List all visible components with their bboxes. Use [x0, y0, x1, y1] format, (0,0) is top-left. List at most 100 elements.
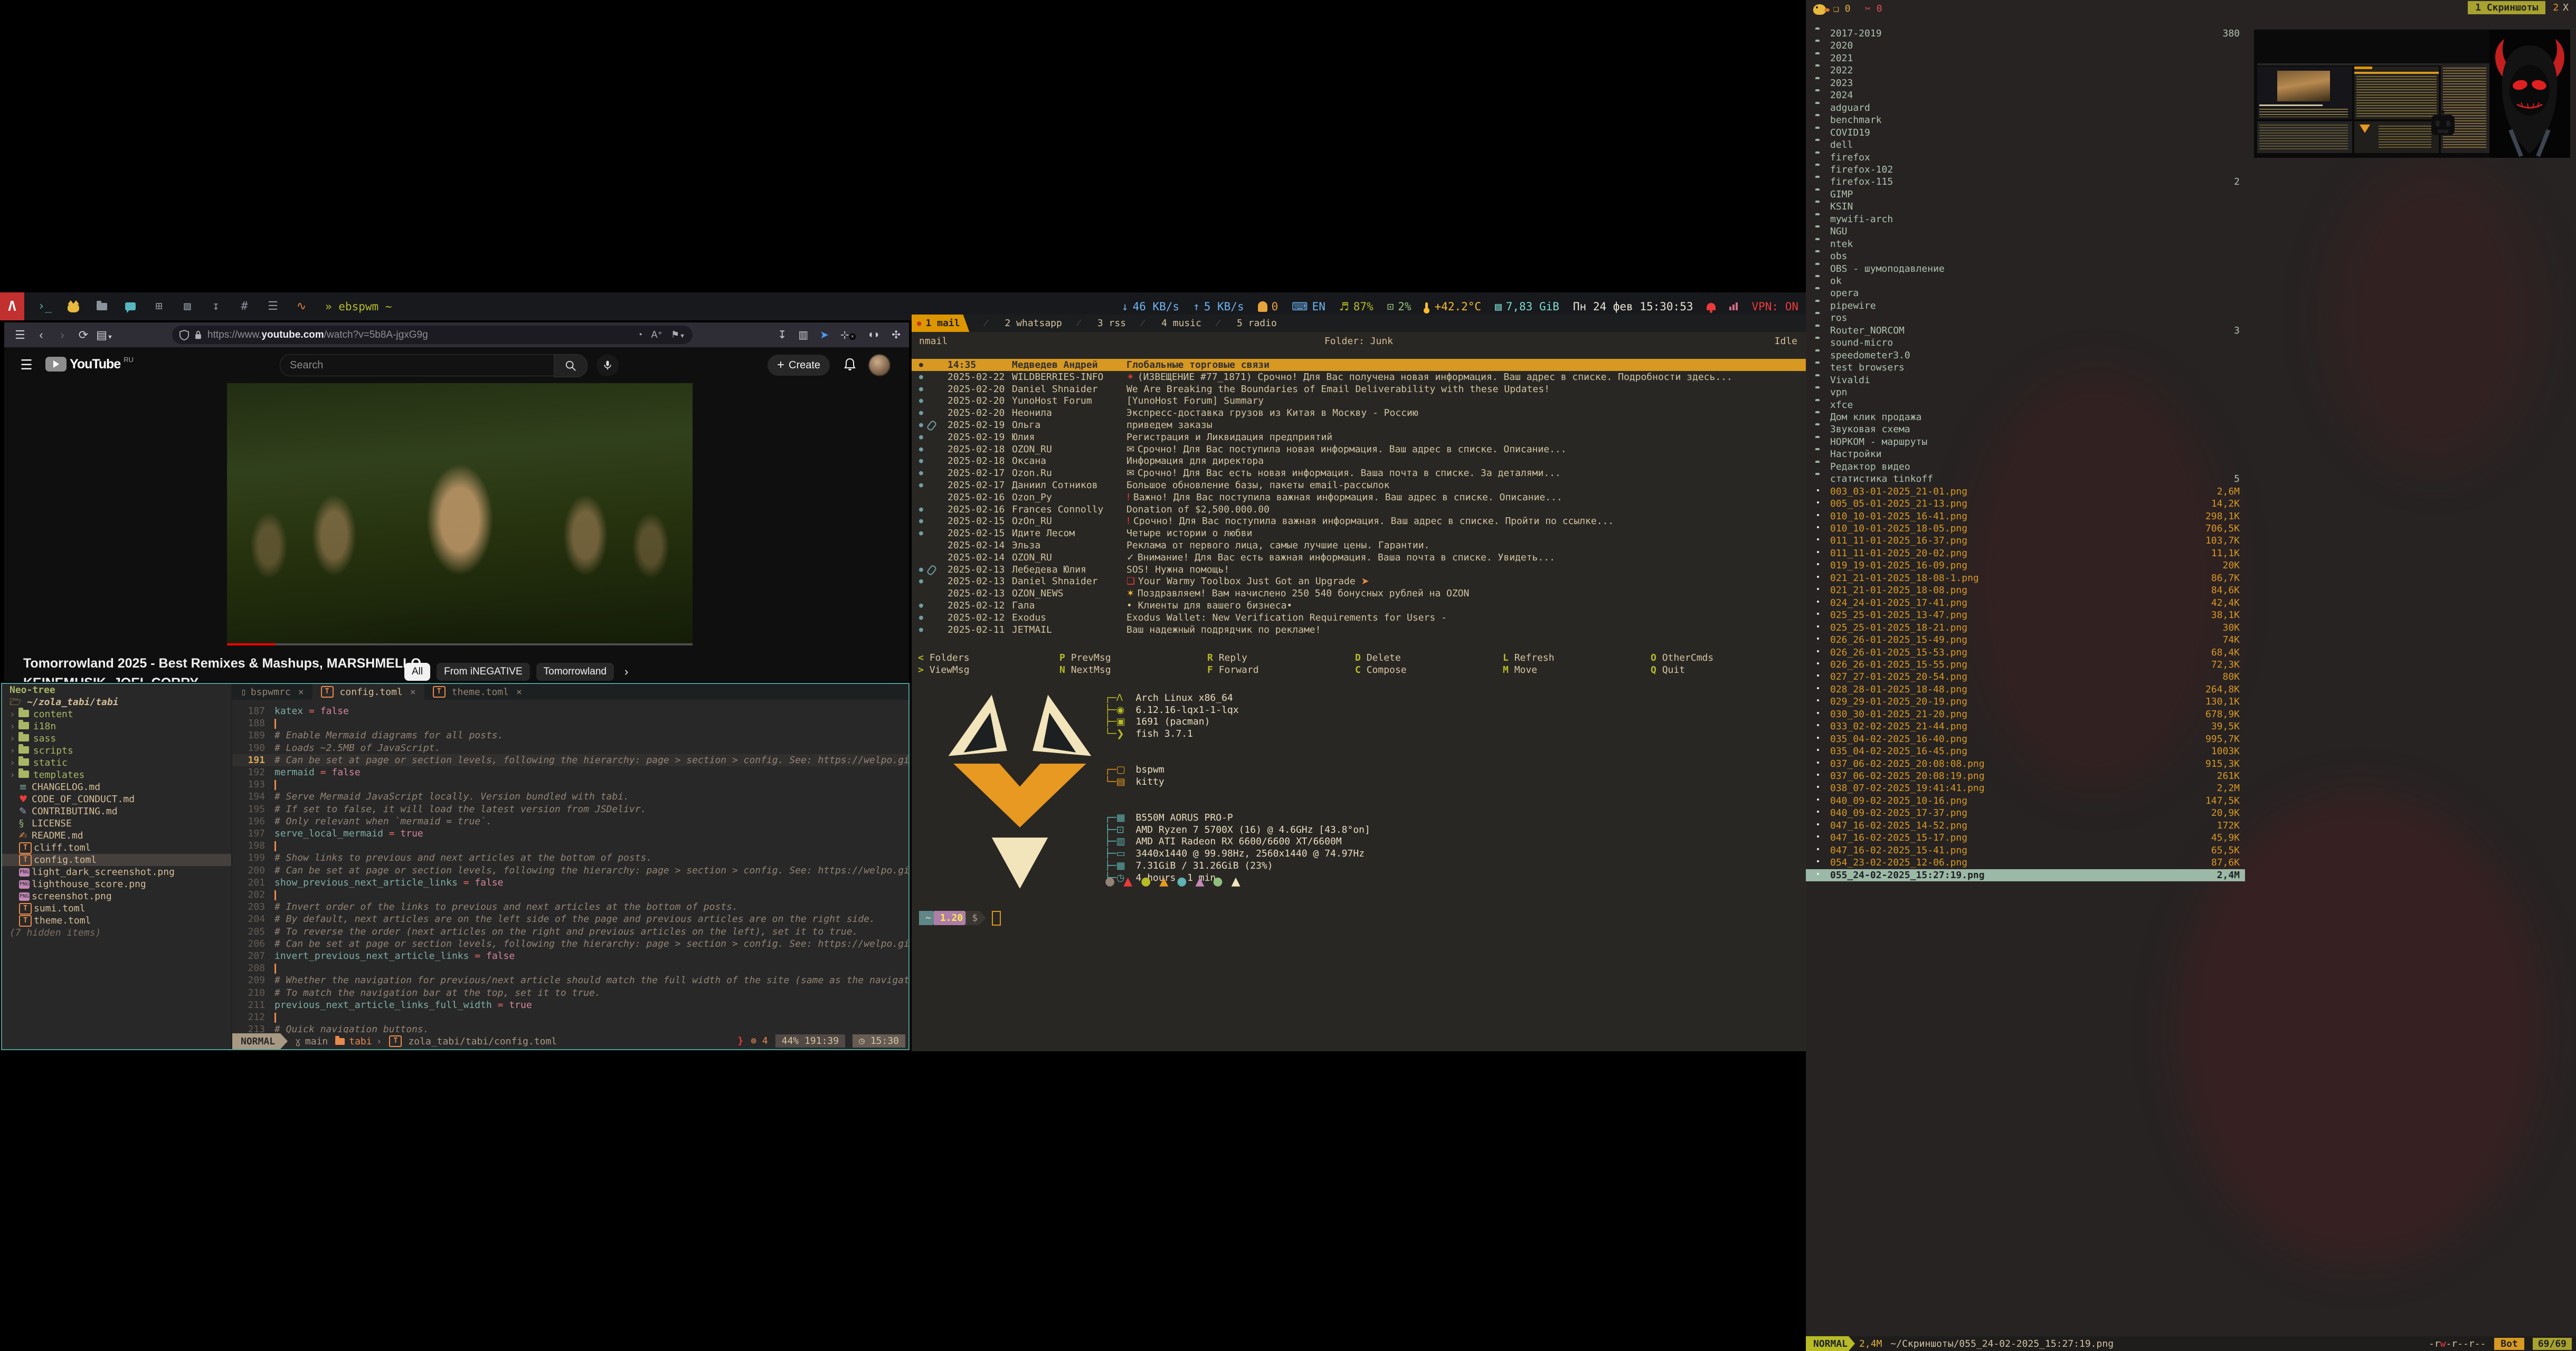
- terminal-tab-2 whatsapp[interactable]: 2 whatsapp: [1005, 318, 1062, 329]
- file-026_26-01-2025_15-55.png[interactable]: 026_26-01-2025_15-55.png72,3K: [1806, 659, 2245, 671]
- avatar[interactable]: [869, 355, 890, 376]
- dir-pipewire[interactable]: pipewire: [1806, 300, 2245, 312]
- file-029_29-01-2025_20-19.png[interactable]: 029_29-01-2025_20-19.png130,1K: [1806, 696, 2245, 708]
- file-038_07-02-2025_19:41:41.png[interactable]: 038_07-02-2025_19:41:41.png2,2M: [1806, 782, 2245, 794]
- workspace-folder-icon[interactable]: [94, 299, 110, 315]
- file-037_06-02-2025_20:08:08.png[interactable]: 037_06-02-2025_20:08:08.png915,3K: [1806, 758, 2245, 770]
- dir-2020[interactable]: 2020: [1806, 40, 2245, 52]
- tree-dir-templates[interactable]: ›templates: [2, 769, 231, 781]
- dir-ntek[interactable]: ntek: [1806, 238, 2245, 250]
- dir-НОРКОМ - маршруты[interactable]: НОРКОМ - маршруты: [1806, 436, 2245, 448]
- file-025_25-01-2025_18-21.png[interactable]: 025_25-01-2025_18-21.png30K: [1806, 622, 2245, 634]
- shortcut-refresh[interactable]: L Refresh: [1503, 652, 1555, 663]
- forward-icon[interactable]: ›: [52, 328, 73, 342]
- tab-close-icon[interactable]: ×: [410, 687, 416, 698]
- dir-Редактор видео[interactable]: Редактор видео: [1806, 461, 2245, 473]
- tree-file-CODE_OF_CONDUCT.md[interactable]: ♥CODE_OF_CONDUCT.md: [2, 793, 231, 805]
- mail-row[interactable]: ●2025-02-20Daniel ShnaiderWe Are Breakin…: [912, 383, 1806, 395]
- file-055_24-02-2025_15:27:19.png[interactable]: 055_24-02-2025_15:27:19.png2,4M: [1806, 869, 2245, 881]
- dir-xfce[interactable]: xfce: [1806, 399, 2245, 411]
- dir-2022[interactable]: 2022: [1806, 64, 2245, 77]
- tree-file-screenshot.png[interactable]: PNGscreenshot.png: [2, 890, 231, 902]
- dir-2021[interactable]: 2021: [1806, 52, 2245, 64]
- mail-row[interactable]: ●2025-02-18OZON_RU✉ Срочно! Для Вас пост…: [912, 443, 1806, 455]
- dir-test browsers[interactable]: test browsers: [1806, 361, 2245, 374]
- shortcut-move[interactable]: M Move: [1503, 664, 1537, 676]
- dir-mywifi-arch[interactable]: mywifi-arch: [1806, 213, 2245, 225]
- tree-dir-content[interactable]: ›content: [2, 708, 231, 720]
- tab-2[interactable]: 2X: [2553, 2, 2569, 13]
- shortcut-nextmsg[interactable]: N NextMsg: [1059, 664, 1111, 676]
- tree-dir-sass[interactable]: ›sass: [2, 732, 231, 745]
- workspace-kitty-icon[interactable]: [65, 299, 81, 315]
- file-010_10-01-2025_16-41.png[interactable]: 010_10-01-2025_16-41.png298,1K: [1806, 510, 2245, 522]
- url-bar[interactable]: https://www.youtube.com/watch?v=5b8A-jgx…: [172, 326, 693, 344]
- tree-file-CHANGELOG.md[interactable]: ≡CHANGELOG.md: [2, 781, 231, 793]
- dir-vpn[interactable]: vpn: [1806, 386, 2245, 398]
- file-033_02-02-2025_21-44.png[interactable]: 033_02-02-2025_21-44.png39,5K: [1806, 720, 2245, 732]
- tree-dir-scripts[interactable]: ›scripts: [2, 745, 231, 757]
- dir-2023[interactable]: 2023: [1806, 77, 2245, 89]
- file-054_23-02-2025_12-06.png[interactable]: 054_23-02-2025_12-06.png87,6K: [1806, 857, 2245, 869]
- tree-file-config.toml[interactable]: Tconfig.toml: [2, 854, 231, 866]
- file-026_26-01-2025_15-53.png[interactable]: 026_26-01-2025_15-53.png68,4K: [1806, 646, 2245, 659]
- library-icon[interactable]: ▥: [798, 328, 808, 341]
- tree-file-cliff.toml[interactable]: Tcliff.toml: [2, 842, 231, 854]
- shortcut-viewmsg[interactable]: > ViewMsg: [918, 664, 970, 676]
- terminal-tab-4 music[interactable]: 4 music: [1161, 318, 1201, 329]
- dir-adguard[interactable]: adguard: [1806, 102, 2245, 114]
- file-019_19-01-2025_16-09.png[interactable]: 019_19-01-2025_16-09.png20K: [1806, 559, 2245, 572]
- tab-screenshots[interactable]: 1 Скриншоты: [2468, 1, 2545, 14]
- shortcut-folders[interactable]: < Folders: [918, 652, 970, 663]
- chip-all[interactable]: All: [404, 663, 430, 681]
- container-mask-icon[interactable]: ◖◗: [867, 329, 880, 341]
- file-025_25-01-2025_13-47.png[interactable]: 025_25-01-2025_13-47.png38,1K: [1806, 609, 2245, 621]
- chips-scroll-right-icon[interactable]: ›: [624, 665, 628, 679]
- workspace-terminal-icon[interactable]: ›_: [37, 299, 53, 315]
- mail-row[interactable]: ●2025-02-16Frances ConnollyDonation of $…: [912, 503, 1806, 516]
- pocket-icon[interactable]: ➤: [820, 328, 829, 341]
- mail-row[interactable]: ●2025-02-20YunoHost Forum[YunoHost Forum…: [912, 395, 1806, 407]
- dir-ros[interactable]: ros: [1806, 312, 2245, 324]
- dir-Настройки[interactable]: Настройки: [1806, 448, 2245, 460]
- rss-icon[interactable]: ◔: [637, 329, 643, 340]
- mail-row[interactable]: ●2025-02-18ОксанаИнформация для директор…: [912, 455, 1806, 467]
- mail-row[interactable]: 2025-02-16Ozon_Py! Важно! Для Вас поступ…: [912, 491, 1806, 503]
- file-037_06-02-2025_20:08:19.png[interactable]: 037_06-02-2025_20:08:19.png261K: [1806, 770, 2245, 782]
- file-047_16-02-2025_15-41.png[interactable]: 047_16-02-2025_15-41.png65,5K: [1806, 844, 2245, 857]
- terminal-tab-1 mail[interactable]: ●1 mail: [912, 315, 969, 332]
- dir-Vivaldi[interactable]: Vivaldi: [1806, 374, 2245, 386]
- youtube-logo[interactable]: YouTube RU: [45, 357, 134, 372]
- back-icon[interactable]: ‹: [31, 328, 52, 342]
- file-035_04-02-2025_16-40.png[interactable]: 035_04-02-2025_16-40.png995,7K: [1806, 733, 2245, 745]
- mail-row[interactable]: 2025-02-13OZON_NEWS✶ Поздравляем! Вам на…: [912, 587, 1806, 600]
- bookmark-icon[interactable]: ⚑▼: [671, 329, 685, 340]
- dir-GIMP[interactable]: GIMP: [1806, 188, 2245, 201]
- dir-COVID19[interactable]: COVID19: [1806, 127, 2245, 139]
- dir-benchmark[interactable]: benchmark: [1806, 114, 2245, 126]
- dir-Router_NORCOM[interactable]: Router_NORCOM3: [1806, 325, 2245, 337]
- terminal-tab-5 radio[interactable]: 5 radio: [1237, 318, 1277, 329]
- tree-file-CONTRIBUTING.md[interactable]: ✎CONTRIBUTING.md: [2, 805, 231, 817]
- file-011_11-01-2025_20-02.png[interactable]: 011_11-01-2025_20-02.png11,1K: [1806, 547, 2245, 559]
- extensions-icon[interactable]: ✣: [892, 328, 901, 341]
- video-progress-bar[interactable]: [227, 643, 693, 645]
- screenshot-icon[interactable]: ⊹×: [840, 328, 856, 341]
- file-003_03-01-2025_21-01.png[interactable]: 003_03-01-2025_21-01.png2,6M: [1806, 486, 2245, 498]
- dir-firefox-115[interactable]: firefox-1152: [1806, 176, 2245, 188]
- dir-sound-micro[interactable]: sound-micro: [1806, 337, 2245, 349]
- editor-tab-theme.toml[interactable]: Ttheme.toml×: [424, 684, 531, 700]
- file-040_09-02-2025_10-16.png[interactable]: 040_09-02-2025_10-16.png147,5K: [1806, 795, 2245, 807]
- file-005_05-01-2025_21-13.png[interactable]: 005_05-01-2025_21-13.png14,2K: [1806, 498, 2245, 510]
- mail-row[interactable]: ●2025-02-22WILDBERRIES-INFO✴ (ИЗВЕЩЕНИЕ …: [912, 371, 1806, 383]
- neotree-root[interactable]: 🗁 ~/zola_tabi/tabi: [2, 696, 231, 708]
- dir-статистика tinkoff[interactable]: статистика tinkoff5: [1806, 473, 2245, 485]
- file-010_10-01-2025_18-05.png[interactable]: 010_10-01-2025_18-05.png706,5K: [1806, 522, 2245, 535]
- dir-KSIN[interactable]: KSIN: [1806, 201, 2245, 213]
- dir-NGU[interactable]: NGU: [1806, 225, 2245, 237]
- terminal-tab-3 rss[interactable]: 3 rss: [1097, 318, 1126, 329]
- dir-Дом клик продажа[interactable]: Дом клик продажа: [1806, 411, 2245, 423]
- file-047_16-02-2025_15-17.png[interactable]: 047_16-02-2025_15-17.png45,9K: [1806, 832, 2245, 844]
- mail-row[interactable]: ●2025-02-15OzOn_RU! Срочно! Для Вас пост…: [912, 515, 1806, 527]
- code-buffer[interactable]: 187katex = false188189# Enable Mermaid d…: [232, 700, 908, 1033]
